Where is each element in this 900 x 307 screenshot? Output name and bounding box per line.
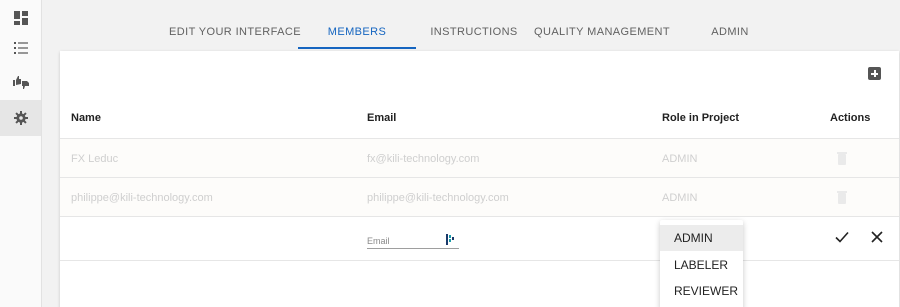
table-row: FX Leduc fx@kili-technology.com ADMIN <box>60 139 899 177</box>
tab-instructions[interactable]: INSTRUCTIONS <box>426 0 522 50</box>
delete-icon[interactable] <box>837 152 847 165</box>
member-role: ADMIN <box>662 153 698 165</box>
tab-members[interactable]: MEMBERS <box>298 0 416 50</box>
header-name: Name <box>71 112 101 124</box>
member-email: fx@kili-technology.com <box>367 153 480 165</box>
header-email: Email <box>367 112 397 124</box>
table-row: philippe@kili-technology.com philippe@ki… <box>60 178 899 216</box>
role-dropdown-menu: ADMIN LABELER REVIEWER <box>660 220 743 307</box>
header-role: Role in Project <box>662 112 740 124</box>
header-actions: Actions <box>830 112 871 124</box>
role-option-admin[interactable]: ADMIN <box>660 225 743 251</box>
divider <box>60 260 899 261</box>
member-role: ADMIN <box>662 192 698 204</box>
member-name: philippe@kili-technology.com <box>71 192 213 204</box>
tab-bar: EDIT YOUR INTERFACE MEMBERS INSTRUCTIONS… <box>42 0 900 50</box>
sidebar <box>0 0 42 307</box>
tab-edit-interface[interactable]: EDIT YOUR INTERFACE <box>168 0 302 50</box>
tab-quality-management[interactable]: QUALITY MANAGEMENT <box>532 0 672 50</box>
member-name: FX Leduc <box>71 153 119 165</box>
role-option-labeler[interactable]: LABELER <box>660 252 743 278</box>
sidebar-item-settings[interactable] <box>0 100 41 136</box>
cancel-close-icon[interactable] <box>871 231 883 243</box>
confirm-check-icon[interactable] <box>835 231 849 243</box>
list-icon <box>13 42 28 54</box>
active-tab-indicator <box>298 47 416 49</box>
dashboard-icon <box>13 11 28 25</box>
sidebar-item-review[interactable] <box>0 64 41 100</box>
delete-icon[interactable] <box>837 191 847 204</box>
tab-admin[interactable]: ADMIN <box>700 0 760 50</box>
add-member-button[interactable] <box>868 67 881 80</box>
member-email: philippe@kili-technology.com <box>367 192 509 204</box>
thumbs-icon <box>12 76 29 89</box>
role-option-reviewer[interactable]: REVIEWER <box>660 278 743 304</box>
kili-logo-icon <box>446 234 454 245</box>
sidebar-item-list[interactable] <box>0 30 41 66</box>
divider <box>60 216 899 217</box>
gear-icon <box>13 111 28 125</box>
members-card: Name Email Role in Project Actions FX Le… <box>60 51 899 307</box>
